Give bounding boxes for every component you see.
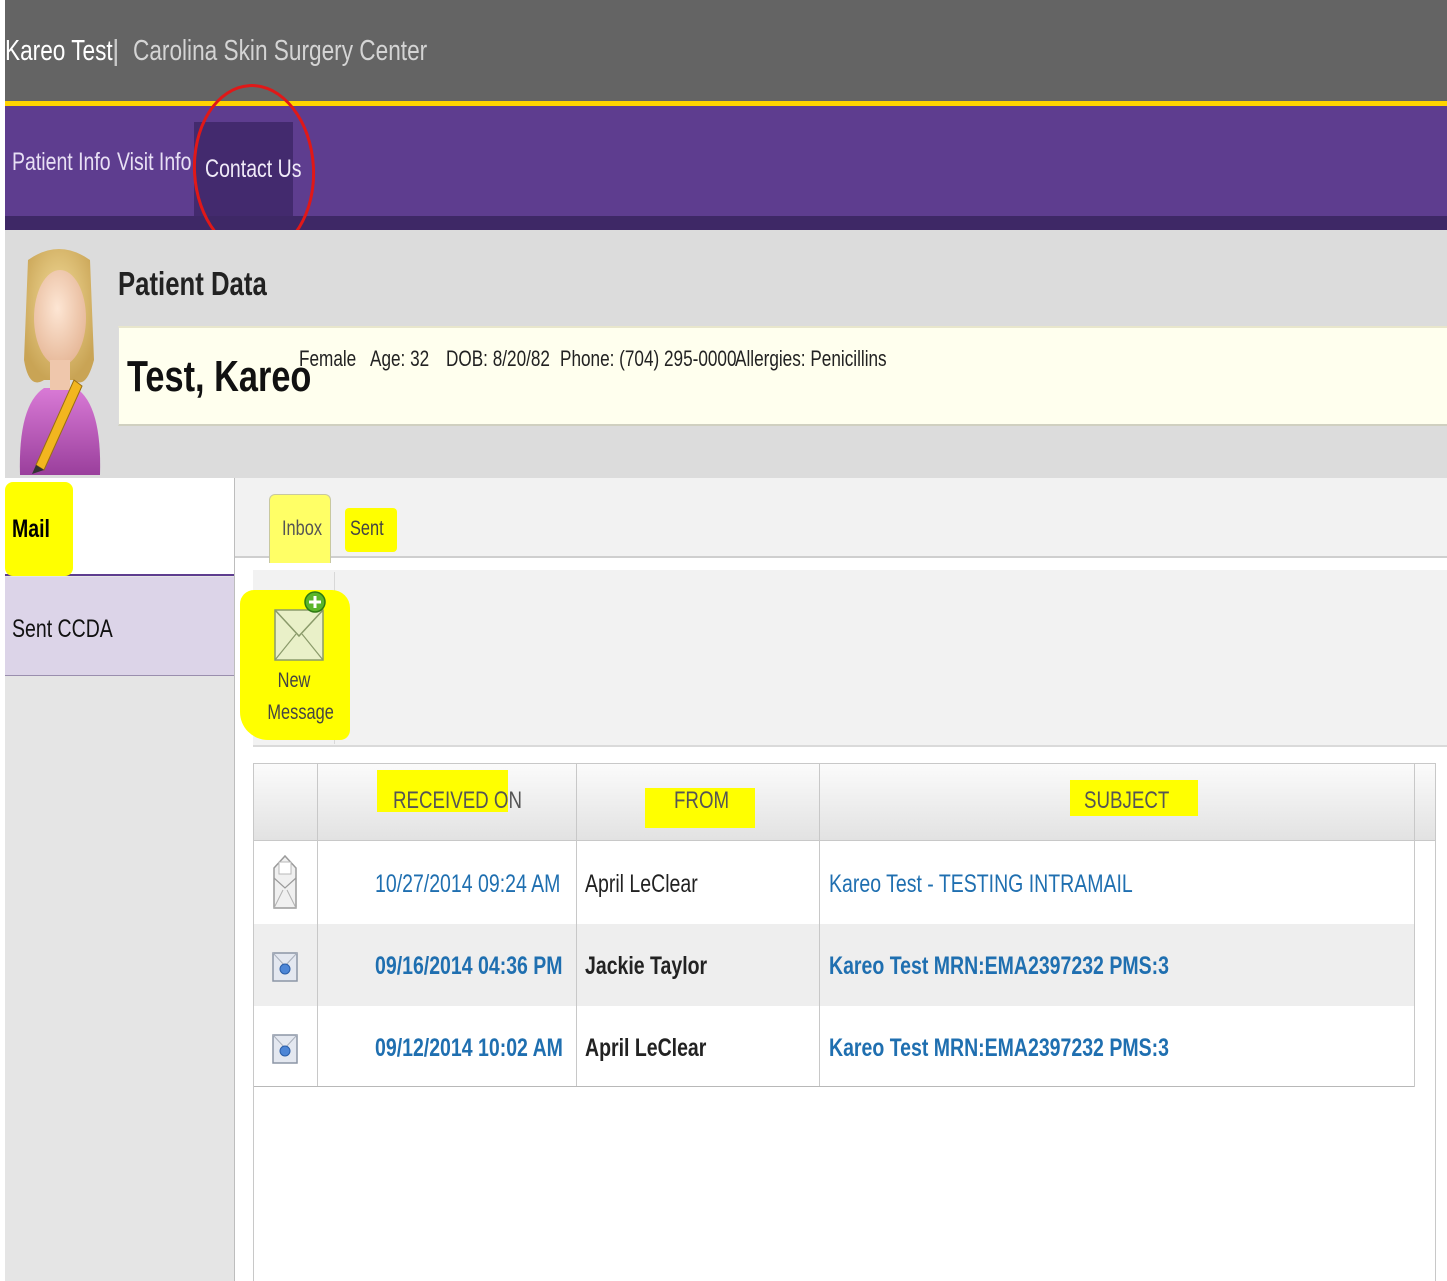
practice-name: Carolina Skin Surgery Center	[133, 35, 428, 67]
grid-rows-bottom-border	[254, 1086, 1414, 1087]
patient-age: Age: 32	[370, 346, 430, 371]
patient-gender: Female	[299, 346, 357, 371]
tab-sent[interactable]: Sent	[350, 516, 393, 542]
mail-tabstrip	[235, 478, 1447, 558]
new-message-envelope-icon	[274, 591, 326, 661]
grid-column-divider	[317, 764, 318, 1087]
user-name: Kareo Test	[5, 35, 113, 67]
message-subject[interactable]: Kareo Test - TESTING INTRAMAIL	[829, 869, 1218, 899]
mail-toolbar	[253, 570, 1447, 747]
grid-scrollbar-divider	[1414, 764, 1415, 1087]
new-message-label-line1[interactable]: New	[258, 668, 330, 694]
message-received-on[interactable]: 09/16/2014 04:36 PM	[375, 951, 615, 981]
sidebar-item-mail-label[interactable]: Mail	[12, 514, 61, 544]
column-header-subject[interactable]: SUBJECT	[1084, 786, 1193, 816]
message-received-on[interactable]: 09/12/2014 10:02 AM	[375, 1033, 616, 1063]
patient-allergies: Allergies: Penicillins	[735, 346, 887, 371]
tab-inbox-label[interactable]: Inbox	[282, 516, 333, 542]
grid-column-divider	[576, 764, 577, 1087]
unread-envelope-icon	[272, 952, 298, 982]
column-header-from[interactable]: FROM	[674, 786, 745, 816]
header-separator: |	[112, 35, 120, 67]
message-from: Jackie Taylor	[585, 952, 708, 980]
unread-envelope-icon	[272, 1034, 298, 1064]
grid-column-divider	[819, 764, 820, 1087]
message-from: April LeClear	[585, 870, 698, 898]
sidebar-item-sent-ccda-label[interactable]: Sent CCDA	[12, 614, 141, 644]
opened-envelope-icon	[273, 854, 297, 909]
message-from: April LeClear	[585, 1034, 707, 1062]
message-received-on[interactable]: 10/27/2014 09:24 AM	[375, 869, 613, 899]
new-message-button[interactable]: New Message	[258, 588, 334, 738]
message-subject[interactable]: Kareo Test MRN:EMA2397232 PMS:3	[829, 1033, 1265, 1063]
patient-data-heading: Patient Data	[118, 265, 267, 302]
new-message-label-line2[interactable]: Message	[258, 700, 333, 726]
column-header-received-on[interactable]: RECEIVED ON	[393, 786, 558, 816]
message-subject[interactable]: Kareo Test MRN:EMA2397232 PMS:3	[829, 951, 1265, 981]
top-bar: Kareo Test | Carolina Skin Surgery Cente…	[5, 0, 1447, 101]
female-patient-avatar-icon	[19, 249, 101, 475]
